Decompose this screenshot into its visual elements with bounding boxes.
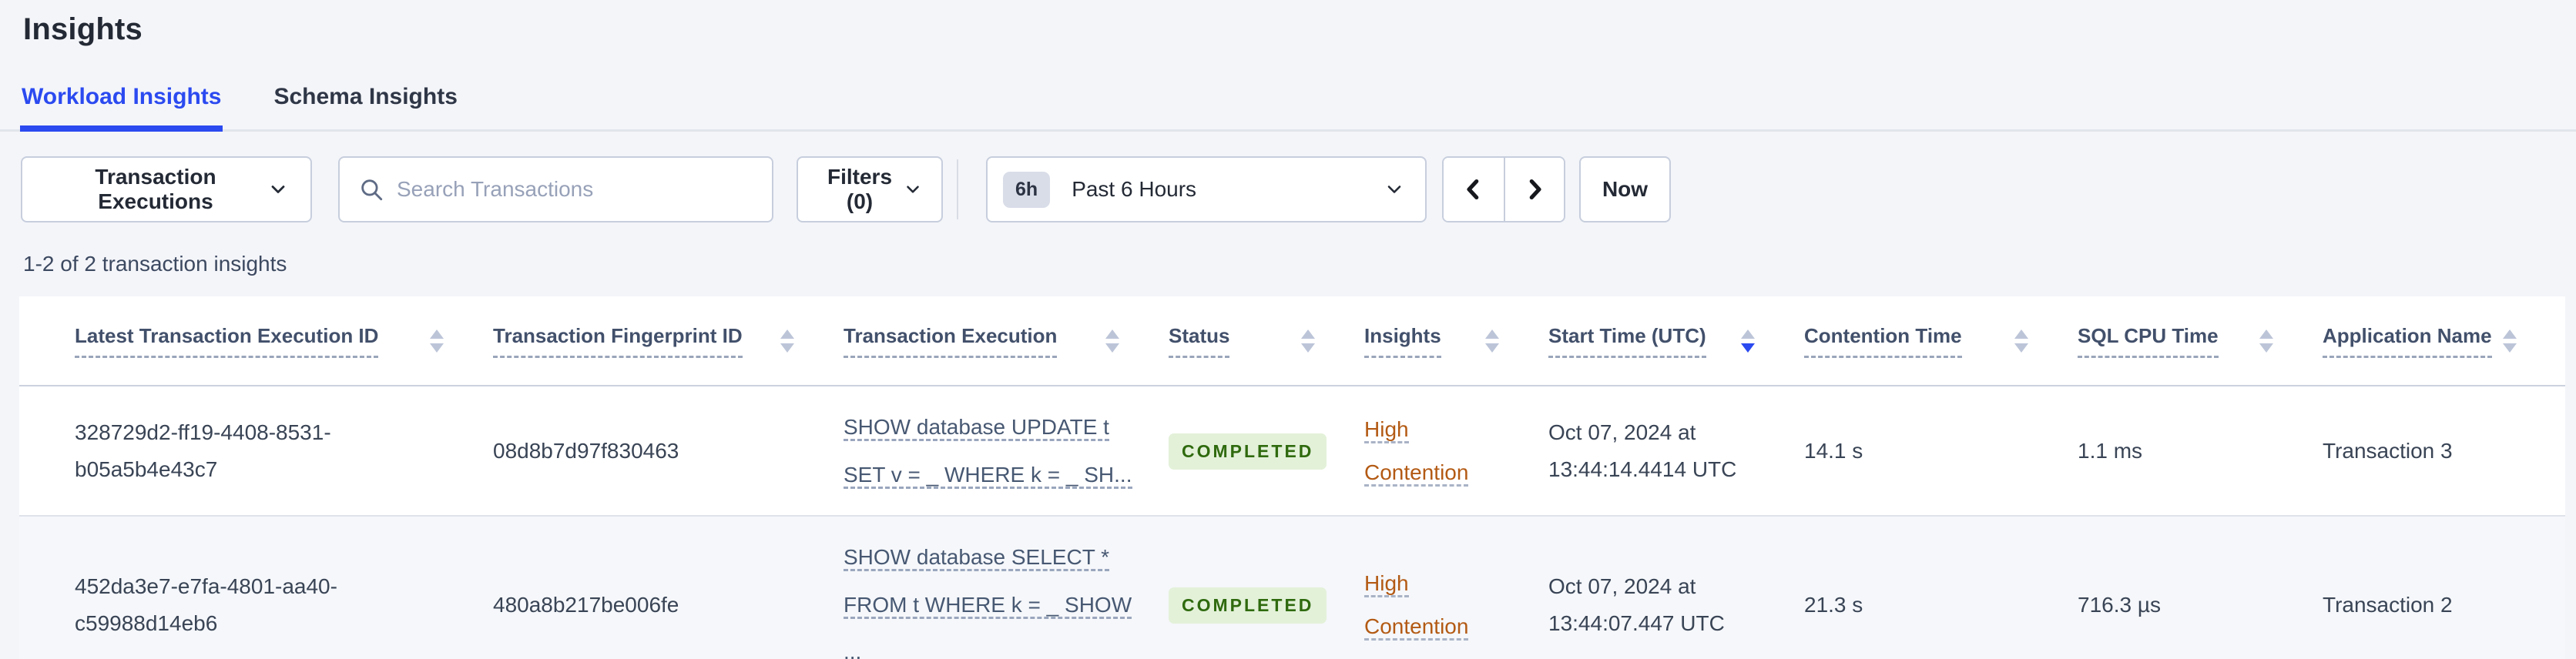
toolbar: Transaction Executions Filters (0) 6h Pa… <box>0 156 2576 222</box>
latest-transaction-execution-id: 452da3e7-e7fa-4801-aa40-c59988d14eb6 <box>75 574 337 635</box>
chevron-down-icon <box>267 179 289 200</box>
contention-time: 21.3 s <box>1804 516 2078 659</box>
column-header-latest-transaction-execution-id[interactable]: Latest Transaction Execution ID <box>75 324 379 358</box>
tabs-bar: Workload Insights Schema Insights <box>0 84 2576 132</box>
status-badge: COMPLETED <box>1169 433 1327 470</box>
toolbar-divider <box>957 159 958 219</box>
application-name: Transaction 3 <box>2323 386 2565 517</box>
column-header-insights[interactable]: Insights <box>1364 324 1441 358</box>
sort-toggle-icon[interactable] <box>1301 329 1315 353</box>
column-header-transaction-fingerprint-id[interactable]: Transaction Fingerprint ID <box>493 324 743 358</box>
chevron-left-icon <box>1460 176 1488 203</box>
status-badge: COMPLETED <box>1169 587 1327 624</box>
chevron-down-icon <box>903 179 923 199</box>
search-box[interactable] <box>338 156 773 222</box>
execution-type-select-value: Transaction Executions <box>95 165 216 213</box>
page-title: Insights <box>23 12 143 46</box>
sql-cpu-time: 1.1 ms <box>2078 386 2323 517</box>
sql-cpu-time: 716.3 µs <box>2078 516 2323 659</box>
time-next-button[interactable] <box>1504 158 1564 221</box>
tab-schema-insights[interactable]: Schema Insights <box>272 84 458 132</box>
now-button[interactable]: Now <box>1579 156 1671 222</box>
search-input[interactable] <box>397 177 753 202</box>
column-header-start-time[interactable]: Start Time (UTC) <box>1548 324 1706 358</box>
start-time: Oct 07, 2024 at 13:44:14.4414 UTC <box>1548 420 1737 481</box>
column-header-contention-time[interactable]: Contention Time <box>1804 324 1962 358</box>
chevron-down-icon <box>1384 179 1405 200</box>
contention-time: 14.1 s <box>1804 386 2078 517</box>
sort-toggle-icon[interactable] <box>1485 329 1499 353</box>
insights-page: Insights Workload Insights Schema Insigh… <box>0 0 2576 659</box>
application-name: Transaction 2 <box>2323 516 2565 659</box>
transaction-fingerprint-id: 08d8b7d97f830463 <box>493 386 844 517</box>
insight-high-contention-link[interactable]: High Contention <box>1364 416 1469 487</box>
table-header-row: Latest Transaction Execution ID Transact… <box>19 296 2565 386</box>
sort-toggle-icon[interactable] <box>780 329 794 353</box>
sort-toggle-icon-active-desc[interactable] <box>1741 329 1755 353</box>
table-row: 452da3e7-e7fa-4801-aa40-c59988d14eb6 480… <box>19 516 2565 659</box>
transaction-execution-link[interactable]: SHOW database UPDATE t SET v = _ WHERE k… <box>844 415 1132 489</box>
time-step-group <box>1442 156 1565 222</box>
sort-toggle-icon[interactable] <box>2259 329 2273 353</box>
transaction-execution-link[interactable]: SHOW database SELECT * FROM t WHERE k = … <box>844 545 1132 659</box>
sort-toggle-icon[interactable] <box>430 329 444 353</box>
insight-high-contention-link[interactable]: High Contention <box>1364 570 1469 641</box>
latest-transaction-execution-id: 328729d2-ff19-4408-8531-b05a5b4e43c7 <box>75 420 331 481</box>
filters-button[interactable]: Filters (0) <box>797 156 943 222</box>
insights-table-card: Latest Transaction Execution ID Transact… <box>19 296 2565 659</box>
column-header-transaction-execution[interactable]: Transaction Execution <box>844 324 1058 358</box>
chevron-right-icon <box>1521 176 1548 203</box>
sort-toggle-icon[interactable] <box>2014 329 2028 353</box>
transaction-fingerprint-id: 480a8b217be006fe <box>493 516 844 659</box>
results-summary: 1-2 of 2 transaction insights <box>23 252 287 276</box>
filters-button-label: Filters (0) <box>827 165 893 213</box>
sort-toggle-icon[interactable] <box>2502 329 2517 353</box>
column-header-application-name[interactable]: Application Name <box>2323 324 2492 358</box>
time-range-picker[interactable]: 6h Past 6 Hours <box>986 156 1427 222</box>
column-header-status[interactable]: Status <box>1169 324 1230 358</box>
search-icon <box>358 176 384 202</box>
transaction-insights-table: Latest Transaction Execution ID Transact… <box>19 296 2565 659</box>
column-header-sql-cpu-time[interactable]: SQL CPU Time <box>2078 324 2219 358</box>
table-row: 328729d2-ff19-4408-8531-b05a5b4e43c7 08d… <box>19 386 2565 517</box>
time-range-label: Past 6 Hours <box>1072 177 1197 201</box>
execution-type-select[interactable]: Transaction Executions <box>21 156 312 222</box>
start-time: Oct 07, 2024 at 13:44:07.447 UTC <box>1548 574 1725 635</box>
tab-workload-insights[interactable]: Workload Insights <box>20 84 223 132</box>
sort-toggle-icon[interactable] <box>1105 329 1119 353</box>
time-range-badge: 6h <box>1003 171 1051 208</box>
time-prev-button[interactable] <box>1444 158 1504 221</box>
